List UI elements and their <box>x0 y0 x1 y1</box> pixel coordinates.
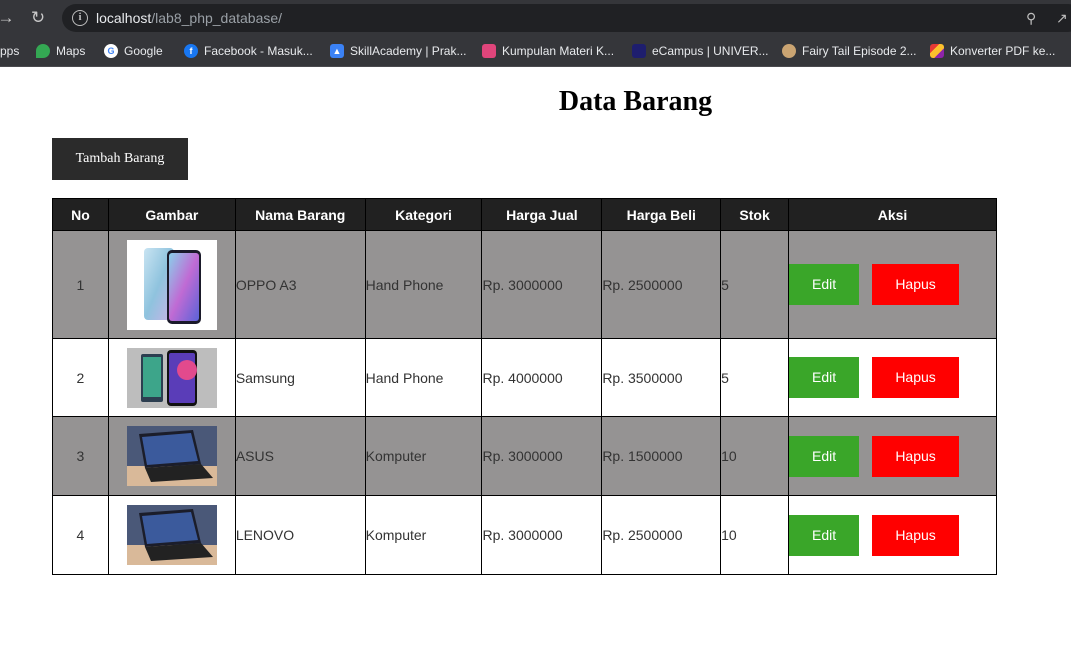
browser-toolbar: → ↻ i localhost/lab8_php_database/ ⚲ ↗ <box>0 0 1071 36</box>
cell-nama: ASUS <box>234 416 366 496</box>
ecampus-icon <box>632 44 646 58</box>
cell-harga-jual: Rp. 3000000 <box>481 416 603 496</box>
header-harga-beli: Harga Beli <box>601 198 722 231</box>
cell-gambar <box>107 230 236 339</box>
edit-button[interactable]: Edit <box>789 357 860 398</box>
forward-arrow-icon[interactable]: → <box>0 8 16 28</box>
laptop-image <box>126 505 217 565</box>
cell-stok: 10 <box>720 495 790 575</box>
cell-gambar <box>107 495 236 575</box>
facebook-icon: f <box>184 44 198 58</box>
cell-stok: 5 <box>720 230 790 339</box>
url-text[interactable]: localhost/lab8_php_database/ <box>96 10 282 26</box>
cell-nama: LENOVO <box>234 495 366 575</box>
bookmarks-bar: pps Maps G Google f Facebook - Masuk... … <box>0 36 1071 67</box>
table-header-row: No Gambar Nama Barang Kategori Harga Jua… <box>52 198 997 231</box>
cell-aksi: Edit Hapus <box>788 416 997 496</box>
pdf-converter-icon <box>930 44 944 58</box>
google-icon: G <box>104 44 118 58</box>
add-item-button[interactable]: Tambah Barang <box>52 138 188 180</box>
page-title: Data Barang <box>558 86 713 117</box>
share-icon[interactable]: ↗ <box>1056 10 1068 26</box>
cell-stok: 10 <box>720 416 790 496</box>
cell-nama: Samsung <box>234 338 366 417</box>
bookmark-ecampus[interactable]: eCampus | UNIVER... <box>632 42 768 60</box>
cell-aksi: Edit Hapus <box>788 495 997 575</box>
cell-no: 3 <box>52 416 109 496</box>
cell-aksi: Edit Hapus <box>788 230 997 339</box>
header-kategori: Kategori <box>364 198 483 231</box>
cell-harga-jual: Rp. 4000000 <box>481 338 603 417</box>
bookmark-fairytail[interactable]: Fairy Tail Episode 2... <box>782 42 917 60</box>
cell-stok: 5 <box>720 338 790 417</box>
cell-no: 2 <box>52 338 109 417</box>
cell-harga-jual: Rp. 3000000 <box>481 495 603 575</box>
bookmark-pdf-converter[interactable]: Konverter PDF ke... <box>930 42 1055 60</box>
bookmark-facebook[interactable]: f Facebook - Masuk... <box>184 42 313 60</box>
edit-button[interactable]: Edit <box>789 264 860 305</box>
skillacademy-icon: ▲ <box>330 44 344 58</box>
fairytail-icon <box>782 44 796 58</box>
cell-kategori: Komputer <box>364 416 483 496</box>
cell-no: 1 <box>52 230 109 339</box>
header-no: No <box>52 198 109 231</box>
maps-icon <box>36 44 50 58</box>
delete-button[interactable]: Hapus <box>872 357 960 398</box>
delete-button[interactable]: Hapus <box>872 514 960 556</box>
cell-no: 4 <box>52 495 109 575</box>
bookmark-materi[interactable]: Kumpulan Materi K... <box>482 42 614 60</box>
cell-aksi: Edit Hapus <box>788 338 997 417</box>
site-info-icon[interactable]: i <box>72 10 88 26</box>
edit-button[interactable]: Edit <box>789 435 860 477</box>
delete-button[interactable]: Hapus <box>872 264 960 305</box>
materi-icon <box>482 44 496 58</box>
reload-icon[interactable]: ↻ <box>28 8 48 28</box>
bookmark-google[interactable]: G Google <box>104 42 163 60</box>
phone-oppo-image <box>126 239 217 330</box>
items-table: No Gambar Nama Barang Kategori Harga Jua… <box>52 198 997 575</box>
cell-kategori: Hand Phone <box>364 338 483 417</box>
header-stok: Stok <box>720 198 790 231</box>
cell-kategori: Komputer <box>364 495 483 575</box>
cell-gambar <box>107 338 236 417</box>
laptop-image <box>126 426 217 486</box>
phone-samsung-image <box>126 347 217 408</box>
delete-button[interactable]: Hapus <box>872 435 960 477</box>
cell-harga-beli: Rp. 2500000 <box>601 495 722 575</box>
cell-harga-beli: Rp. 3500000 <box>601 338 722 417</box>
table-row: 3 ASUS Komputer Rp. 3000000 Rp. 1500000 … <box>52 416 997 496</box>
cell-harga-beli: Rp. 2500000 <box>601 230 722 339</box>
table-row: 2 Samsung Hand Phone Rp. 4000000 Rp. 350… <box>52 338 997 417</box>
bookmark-apps[interactable]: pps <box>0 42 19 60</box>
cell-kategori: Hand Phone <box>364 230 483 339</box>
cell-harga-jual: Rp. 3000000 <box>481 230 603 339</box>
edit-button[interactable]: Edit <box>789 514 860 556</box>
cell-harga-beli: Rp. 1500000 <box>601 416 722 496</box>
table-row: 1 OPPO A3 Hand Phone Rp. 3000000 Rp. 250… <box>52 230 997 339</box>
header-harga-jual: Harga Jual <box>481 198 603 231</box>
bookmark-skillacademy[interactable]: ▲ SkillAcademy | Prak... <box>330 42 466 60</box>
header-aksi: Aksi <box>788 198 997 231</box>
header-gambar: Gambar <box>107 198 236 231</box>
address-bar[interactable]: i localhost/lab8_php_database/ ⚲ ↗ <box>62 4 1071 32</box>
table-row: 4 LENOVO Komputer Rp. 3000000 Rp. 250000… <box>52 495 997 575</box>
zoom-icon[interactable]: ⚲ <box>1026 10 1036 26</box>
cell-gambar <box>107 416 236 496</box>
header-nama-barang: Nama Barang <box>234 198 366 231</box>
cell-nama: OPPO A3 <box>234 230 366 339</box>
bookmark-maps[interactable]: Maps <box>36 42 85 60</box>
